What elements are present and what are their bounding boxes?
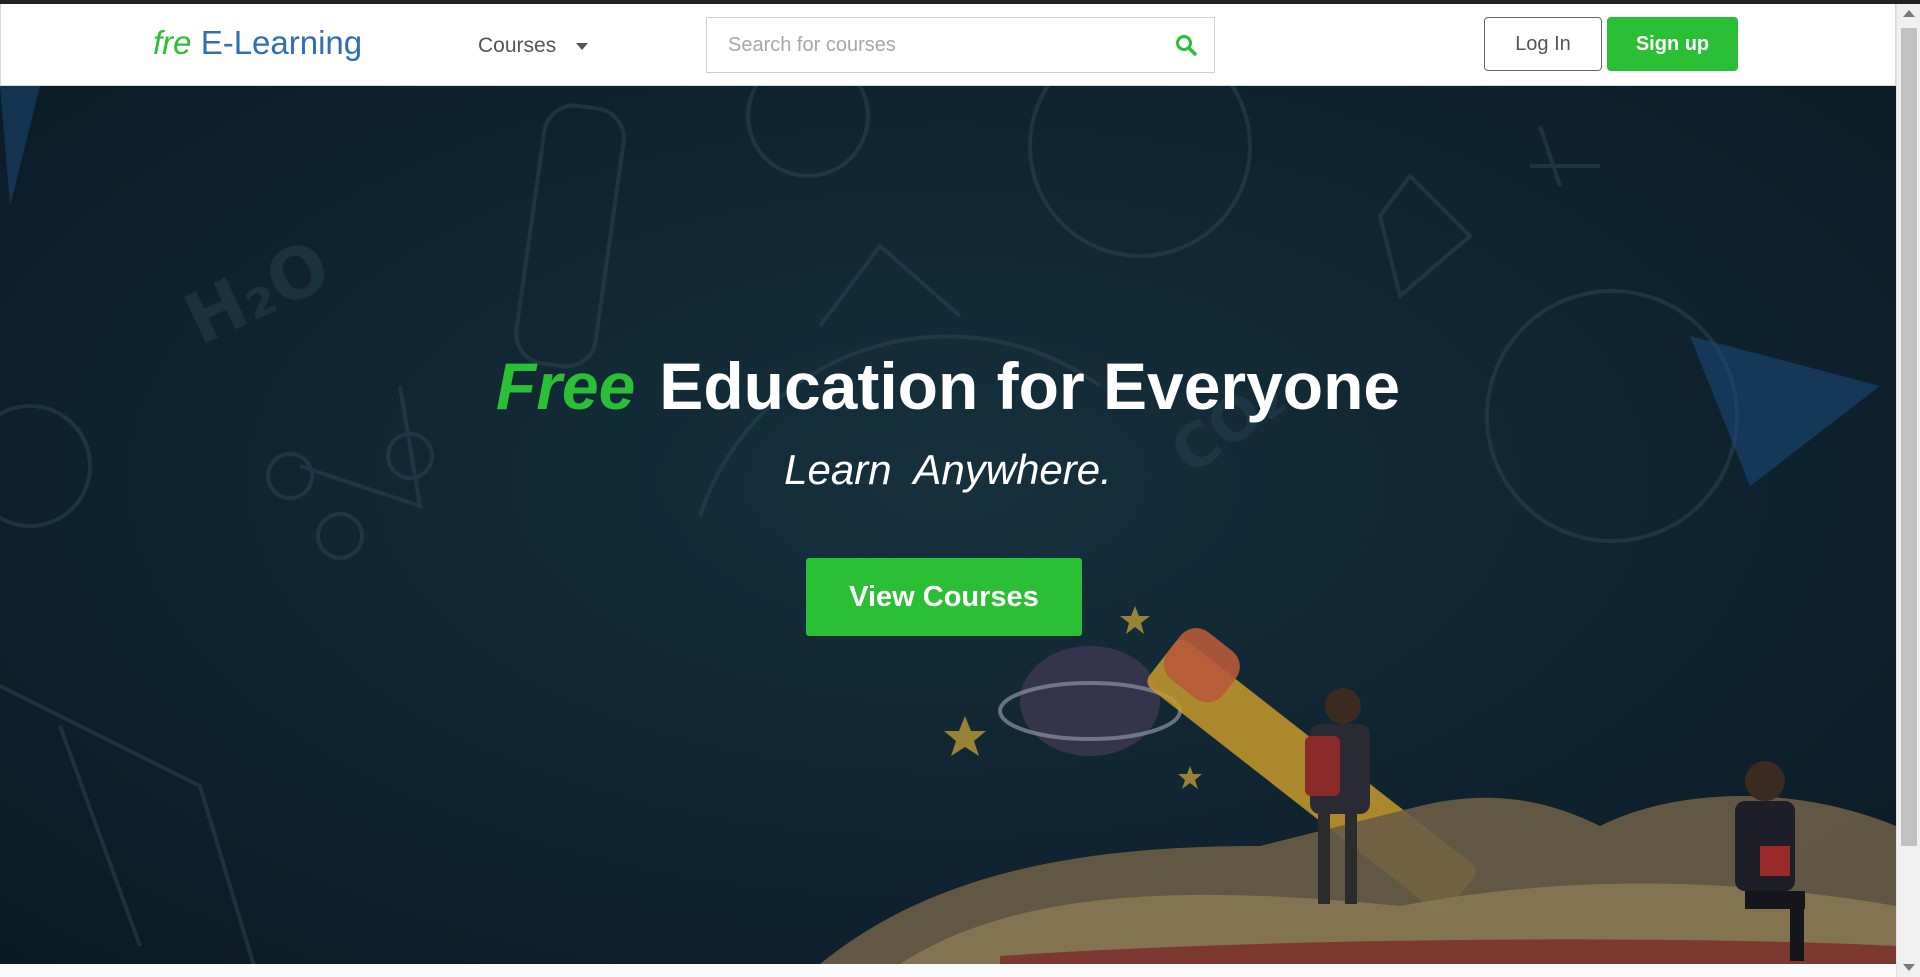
svg-text:H₂O: H₂O — [173, 224, 342, 361]
courses-dropdown-label: Courses — [478, 34, 557, 57]
search-input[interactable] — [707, 18, 1147, 72]
navbar: fre E-Learning Courses Log In Sign up — [0, 4, 1896, 86]
hero-headline-text: Education for Everyone — [659, 349, 1401, 423]
view-courses-button[interactable]: View Courses — [806, 558, 1082, 636]
scrollbar-thumb[interactable] — [1901, 28, 1917, 846]
page-bottom-edge — [0, 964, 1896, 977]
vertical-scrollbar[interactable] — [1896, 4, 1920, 977]
signup-button[interactable]: Sign up — [1607, 17, 1738, 71]
scroll-up-arrow-icon[interactable] — [1903, 10, 1915, 17]
login-button[interactable]: Log In — [1484, 17, 1602, 71]
caret-down-icon — [576, 42, 589, 50]
search-icon[interactable] — [1174, 33, 1198, 57]
hero-headline: Free Education for Everyone — [0, 348, 1896, 424]
hero-headline-emphasis: Free — [495, 349, 636, 423]
courses-dropdown[interactable]: Courses — [478, 34, 589, 58]
logo-main: E-Learning — [200, 24, 363, 61]
site-logo[interactable]: fre E-Learning — [153, 24, 362, 62]
hero-section: H₂O CO₂ Free Education for Everyone Lear… — [0, 86, 1896, 964]
hero-background-illustration: H₂O CO₂ — [0, 86, 1896, 964]
page: fre E-Learning Courses Log In Sign up — [0, 0, 1920, 977]
logo-prefix: fre — [153, 24, 192, 61]
search-box — [706, 17, 1215, 73]
hero-subheadline: Learn Anywhere. — [784, 446, 1112, 493]
scroll-down-arrow-icon[interactable] — [1903, 964, 1915, 971]
